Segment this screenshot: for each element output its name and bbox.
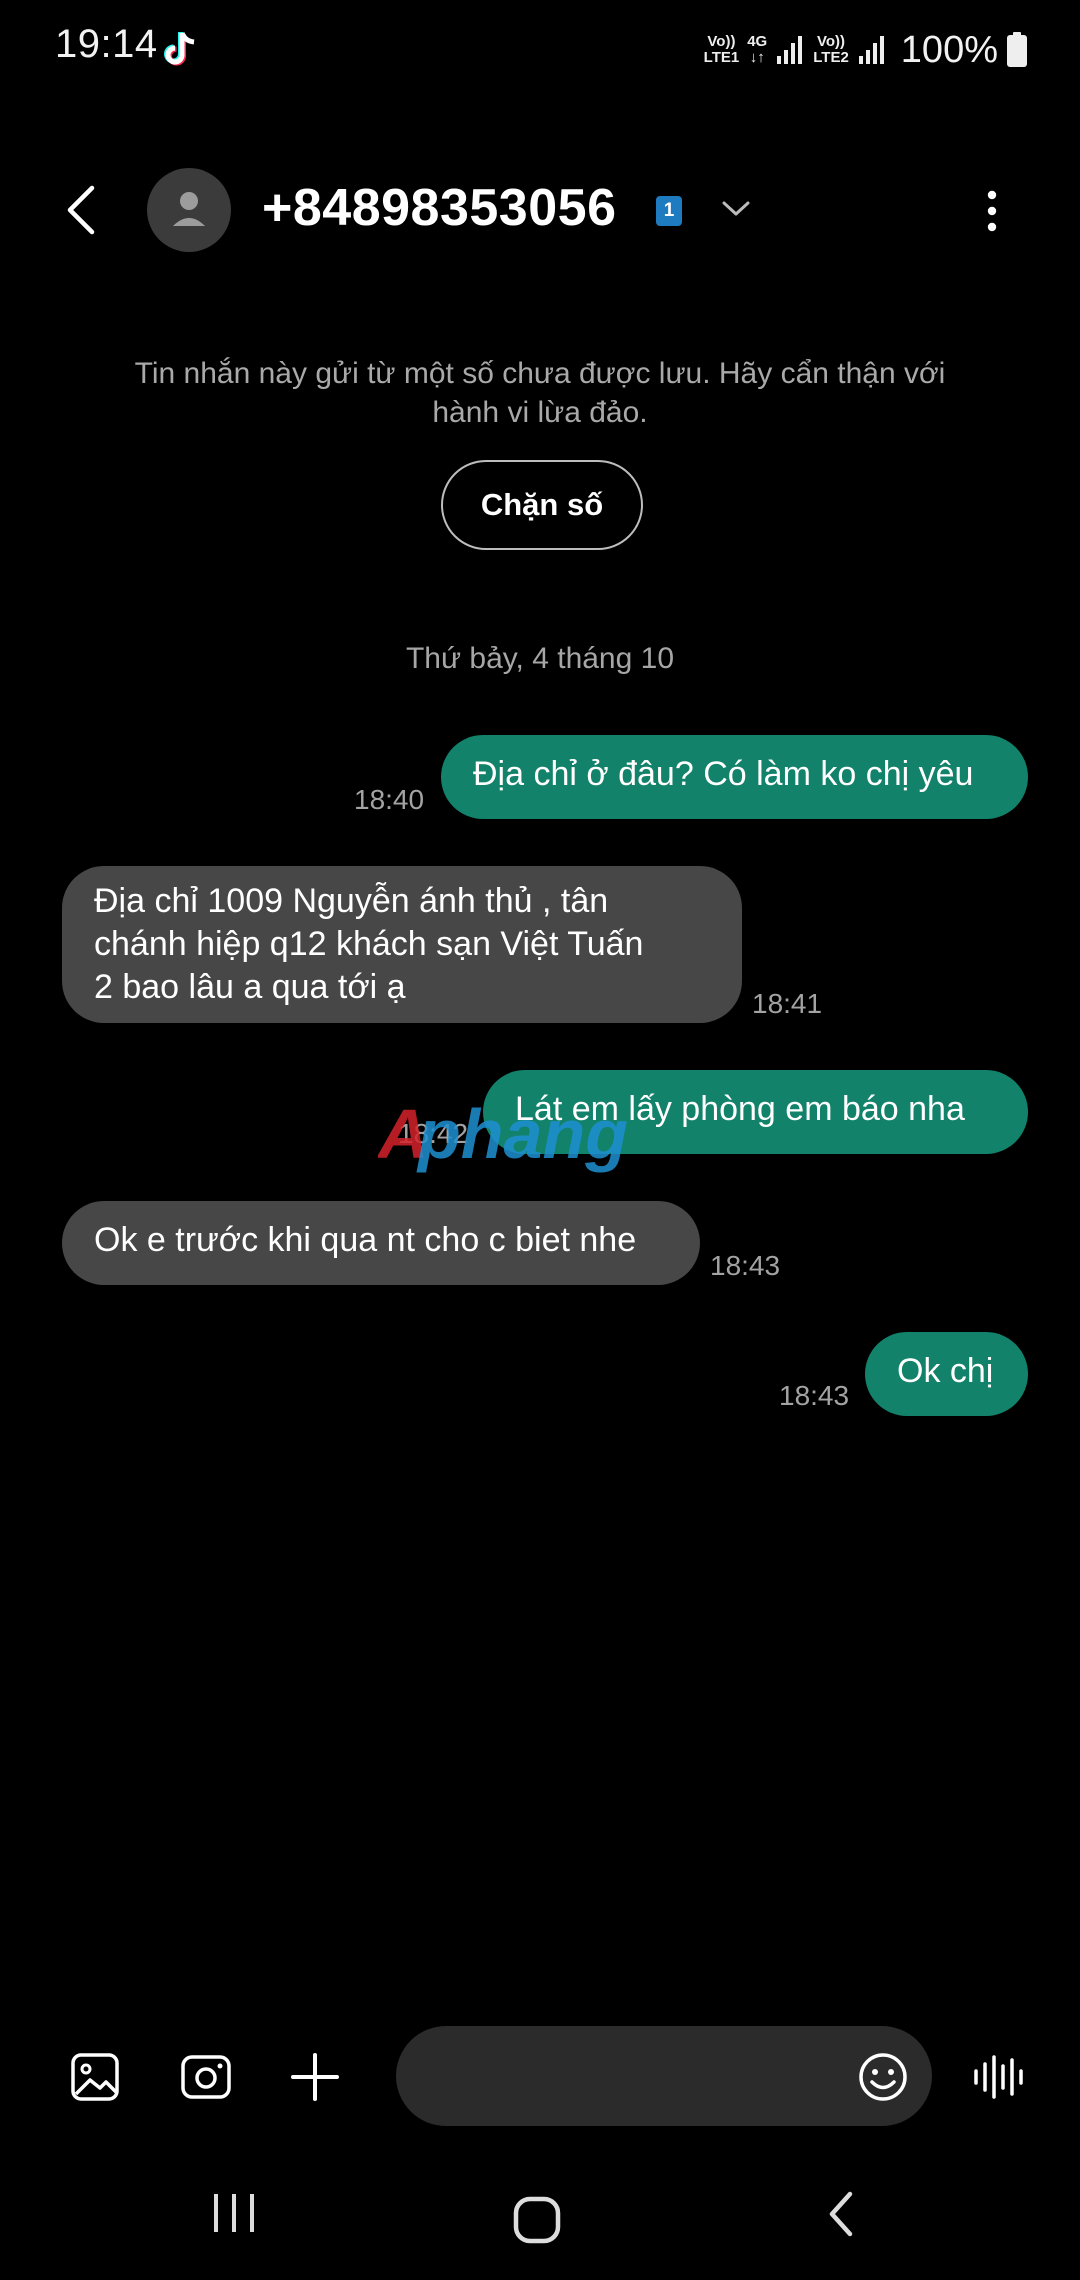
date-separator: Thứ bảy, 4 tháng 10 bbox=[405, 642, 675, 675]
message-time: 18:40 bbox=[354, 784, 425, 815]
sim-badge: 1 bbox=[656, 196, 682, 226]
gallery-icon[interactable] bbox=[70, 2052, 120, 2102]
outgoing-message[interactable]: Địa chỉ ở đâu? Có làm ko chị yêu bbox=[441, 735, 1028, 819]
back-icon[interactable] bbox=[58, 180, 108, 240]
tiktok-icon bbox=[164, 31, 195, 66]
recent-apps-icon[interactable] bbox=[210, 2190, 260, 2236]
contact-avatar-icon bbox=[173, 192, 205, 226]
message-time: 18:43 bbox=[779, 1380, 850, 1411]
outgoing-message[interactable]: Ok chị bbox=[865, 1332, 1028, 1416]
message-text: Ok e trước khi qua nt cho c biet nhe bbox=[94, 1221, 637, 1259]
chevron-down-icon[interactable] bbox=[718, 196, 754, 222]
signal-icon bbox=[777, 36, 803, 64]
emoji-icon[interactable] bbox=[857, 2051, 909, 2103]
message-time: 18:41 bbox=[752, 988, 823, 1019]
home-icon[interactable] bbox=[512, 2195, 562, 2245]
4g-indicator: 4G ↓↑ bbox=[747, 34, 767, 66]
contact-avatar[interactable] bbox=[147, 168, 231, 252]
volte2-bottom: LTE2 bbox=[813, 49, 849, 66]
volte1-top: Vo)) bbox=[707, 33, 736, 50]
message-text-line: Địa chỉ 1009 Nguyễn ánh thủ , tân bbox=[94, 882, 609, 920]
status-right: Vo)) LTE1 4G ↓↑ Vo)) LTE2 100% bbox=[704, 28, 1028, 72]
4g-bottom: ↓↑ bbox=[749, 49, 765, 66]
watermark-logo: A phang bbox=[378, 1096, 628, 1173]
volte2-indicator: Vo)) LTE2 bbox=[813, 34, 849, 66]
camera-icon[interactable] bbox=[180, 2052, 232, 2102]
battery-percent: 100% bbox=[900, 28, 998, 71]
message-text-line: 2 bao lâu a qua tới ạ bbox=[94, 968, 406, 1006]
voice-icon[interactable] bbox=[972, 2054, 1026, 2100]
nav-back-icon[interactable] bbox=[822, 2190, 862, 2238]
more-options-icon[interactable] bbox=[972, 186, 1012, 236]
incoming-message[interactable]: Ok e trước khi qua nt cho c biet nhe bbox=[62, 1201, 700, 1285]
svg-text:phang: phang bbox=[416, 1096, 628, 1173]
battery-icon bbox=[1007, 32, 1027, 67]
message-text: Ok chị bbox=[897, 1352, 994, 1390]
incoming-message[interactable]: Địa chỉ 1009 Nguyễn ánh thủ , tân chánh … bbox=[62, 866, 742, 1023]
4g-top: 4G bbox=[747, 33, 768, 50]
contact-number[interactable]: +84898353056 bbox=[262, 178, 617, 238]
volte1-bottom: LTE1 bbox=[703, 49, 740, 66]
plus-icon[interactable] bbox=[290, 2052, 340, 2102]
volte1-indicator: Vo)) LTE1 bbox=[704, 34, 740, 66]
volte2-top: Vo)) bbox=[816, 33, 846, 50]
message-text: Địa chỉ ở đâu? Có làm ko chị yêu bbox=[473, 755, 974, 793]
block-number-button[interactable]: Chặn số bbox=[441, 460, 643, 550]
signal-icon bbox=[858, 36, 884, 64]
message-time: 18:43 bbox=[710, 1250, 781, 1281]
unsaved-number-warning: Tin nhắn này gửi từ một số chưa được lưu… bbox=[134, 357, 946, 429]
status-time: 19:14 bbox=[55, 22, 158, 66]
message-input[interactable] bbox=[396, 2026, 932, 2126]
message-text-line: chánh hiệp q12 khách sạn Việt Tuấn bbox=[94, 925, 644, 963]
